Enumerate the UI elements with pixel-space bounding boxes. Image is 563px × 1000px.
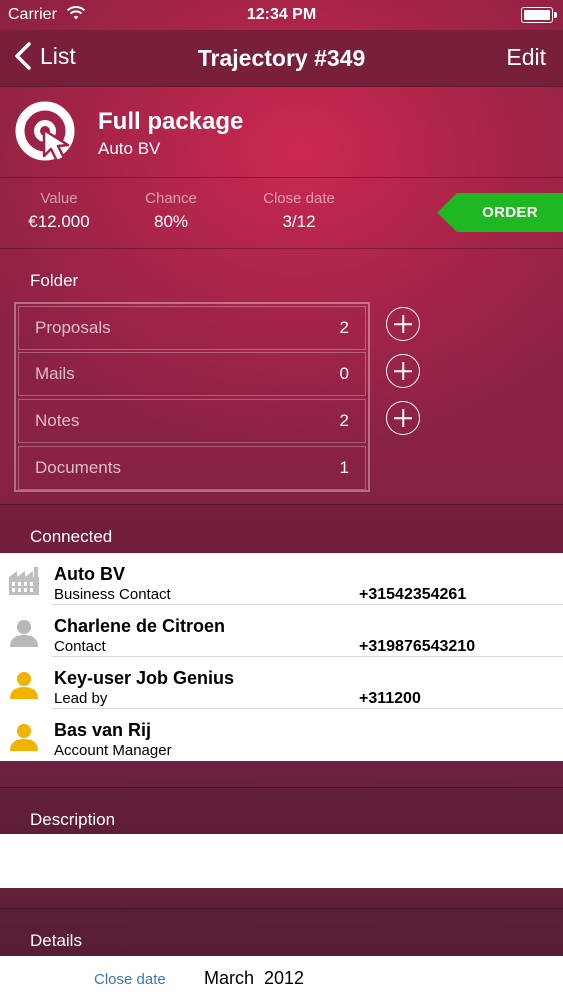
add-note-icon[interactable] — [386, 401, 420, 435]
folder-item-count: 2 — [339, 318, 349, 337]
folder-item-notes[interactable]: Notes 2 — [18, 399, 366, 443]
contact-role: Lead by — [54, 690, 108, 707]
details-section-header: Details — [0, 908, 563, 957]
contact-role: Contact — [54, 638, 106, 655]
trajectory-company: Auto BV — [98, 139, 161, 158]
nav-title: Trajectory #349 — [197, 45, 366, 71]
details-row-close-date[interactable]: Close date March 2012 — [0, 956, 563, 1000]
contact-name: Charlene de Citroen — [54, 616, 226, 636]
connected-list: Auto BV Business Contact +31542354261 Ch… — [0, 553, 563, 761]
contact-phone[interactable]: +319876543210 — [359, 638, 475, 656]
connected-heading: Connected — [30, 527, 113, 546]
order-button[interactable]: ORDER — [437, 193, 563, 232]
folder-item-count: 2 — [339, 411, 349, 430]
details-close-date-value: March 2012 — [204, 968, 305, 988]
stat-chance: 80% — [153, 212, 189, 231]
person-yellow-icon — [10, 724, 38, 751]
stat-close-date-label: Close date — [263, 190, 335, 207]
details-close-date-label: Close date — [94, 971, 166, 988]
stat-value-label: Value — [40, 190, 78, 207]
contact-row-key-user[interactable]: Key-user Job Genius Lead by +311200 — [0, 657, 563, 709]
factory-icon — [9, 567, 39, 595]
add-mail-icon[interactable] — [386, 354, 420, 388]
folder-item-documents[interactable]: Documents 1 — [18, 446, 366, 490]
divider — [0, 248, 563, 249]
folder-item-mails[interactable]: Mails 0 — [18, 352, 366, 396]
contact-row-charlene[interactable]: Charlene de Citroen Contact +31987654321… — [0, 605, 563, 657]
stat-close-date: 3/12 — [282, 212, 316, 231]
folder-item-label: Notes — [35, 411, 80, 430]
status-bar: Carrier 12:34 PM — [0, 0, 563, 30]
target-cursor-icon — [15, 101, 75, 163]
contact-phone[interactable]: +311200 — [359, 690, 421, 708]
add-proposal-icon[interactable] — [386, 307, 420, 341]
folder-item-label: Mails — [35, 364, 75, 383]
folder-item-label: Documents — [35, 458, 121, 477]
person-gray-icon — [10, 620, 38, 647]
navigation-bar: List Trajectory #349 Edit — [0, 30, 563, 87]
trajectory-title: Full package — [98, 108, 244, 135]
description-field[interactable] — [0, 834, 563, 888]
contact-role: Business Contact — [54, 586, 171, 603]
details-heading: Details — [30, 931, 82, 950]
contact-row-auto-bv[interactable]: Auto BV Business Contact +31542354261 — [0, 553, 563, 605]
folder-heading: Folder — [30, 271, 79, 290]
folder-list: Proposals 2 Mails 0 Notes 2 Documents 1 — [14, 302, 370, 492]
person-yellow-icon — [10, 672, 38, 699]
contact-role: Account Manager — [54, 742, 172, 759]
folder-item-count: 0 — [339, 364, 349, 383]
stat-chance-label: Chance — [145, 190, 197, 207]
folder-item-proposals[interactable]: Proposals 2 — [18, 306, 366, 350]
contact-name: Auto BV — [54, 564, 125, 584]
contact-name: Key-user Job Genius — [54, 668, 235, 688]
divider — [0, 177, 563, 178]
description-heading: Description — [30, 810, 116, 829]
stat-value: €12.000 — [28, 212, 90, 231]
folder-item-count: 1 — [339, 458, 349, 477]
edit-button[interactable]: Edit — [506, 44, 546, 71]
battery-icon — [521, 7, 557, 23]
contact-phone[interactable]: +31542354261 — [359, 586, 466, 604]
order-label: ORDER — [482, 204, 538, 221]
connected-section-header: Connected — [0, 504, 563, 553]
folder-item-label: Proposals — [35, 318, 111, 337]
status-time: 12:34 PM — [246, 6, 317, 23]
contact-name: Bas van Rij — [54, 720, 152, 740]
contact-row-bas-van-rij[interactable]: Bas van Rij Account Manager — [0, 709, 563, 761]
description-section-header: Description — [0, 787, 563, 835]
